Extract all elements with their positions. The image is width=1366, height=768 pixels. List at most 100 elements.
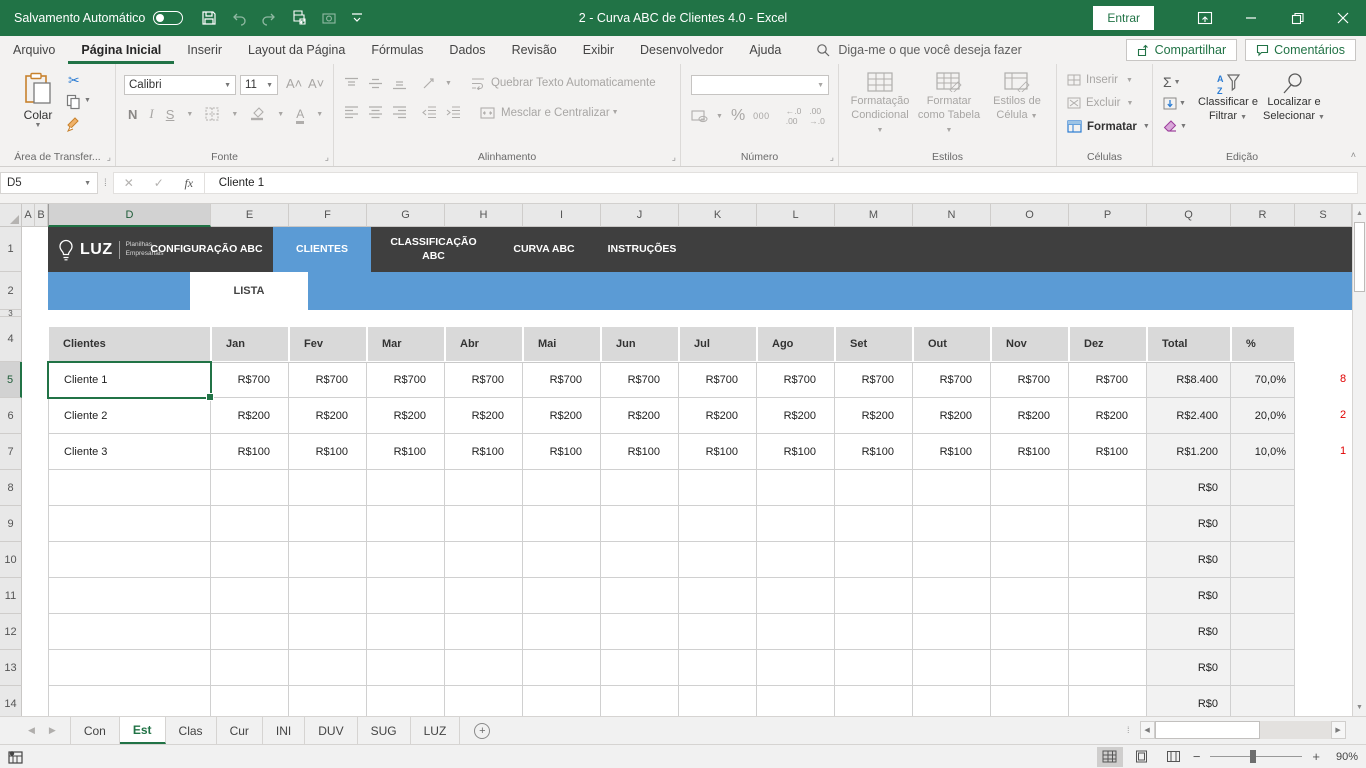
column-header-O[interactable]: O [991, 204, 1069, 227]
cell-empty[interactable]: R$0 [1147, 470, 1231, 506]
print-preview-icon[interactable] [291, 10, 307, 26]
cell-month[interactable]: R$100 [367, 434, 445, 470]
cell-client[interactable]: Cliente 2 [48, 398, 211, 434]
cell-empty[interactable] [523, 542, 601, 578]
sheet-tab-sug[interactable]: SUG [358, 717, 411, 744]
cell-month[interactable]: R$200 [991, 398, 1069, 434]
table-header-nov[interactable]: Nov [992, 327, 1068, 361]
cell-empty[interactable] [1231, 470, 1295, 506]
cell-empty[interactable] [211, 578, 289, 614]
cell-empty[interactable] [289, 686, 367, 716]
column-header-K[interactable]: K [679, 204, 757, 227]
cell-empty[interactable] [1069, 650, 1147, 686]
cell-client[interactable]: Cliente 3 [48, 434, 211, 470]
align-top-icon[interactable] [344, 77, 359, 90]
cell-empty[interactable] [1231, 542, 1295, 578]
font-dialog-launcher[interactable]: ⌟ [325, 152, 329, 163]
cell-empty[interactable] [289, 506, 367, 542]
cell-empty[interactable] [1069, 686, 1147, 716]
column-header-R[interactable]: R [1231, 204, 1295, 227]
merge-center-button[interactable]: Mesclar e Centralizar ▼ [480, 107, 619, 119]
cell-empty[interactable]: R$0 [1147, 578, 1231, 614]
ribbon-tab-arquivo[interactable]: Arquivo [0, 36, 68, 64]
ribbon-tab-inserir[interactable]: Inserir [174, 36, 235, 64]
row-header-8[interactable]: 8 [0, 470, 22, 506]
format-painter-button[interactable] [66, 116, 82, 132]
ribbon-tab-página-inicial[interactable]: Página Inicial [68, 36, 174, 64]
cell-empty[interactable] [913, 578, 991, 614]
sheet-tab-cur[interactable]: Cur [217, 717, 263, 744]
cell-empty[interactable] [445, 614, 523, 650]
cell-month[interactable]: R$700 [679, 362, 757, 398]
toggle-switch-icon[interactable] [153, 11, 183, 25]
cell-empty[interactable] [289, 542, 367, 578]
cell-empty[interactable] [991, 686, 1069, 716]
format-as-table-button[interactable]: Formatar como Tabela ▼ [915, 72, 983, 136]
borders-button[interactable] [205, 107, 219, 121]
row-header-2[interactable]: 2 [0, 272, 22, 310]
table-header-mar[interactable]: Mar [368, 327, 444, 361]
cell-empty[interactable] [1231, 686, 1295, 716]
clipboard-dialog-launcher[interactable]: ⌟ [107, 152, 111, 163]
cell-empty[interactable] [289, 614, 367, 650]
cell-empty[interactable] [1231, 506, 1295, 542]
redo-icon[interactable] [261, 10, 277, 26]
cell-empty[interactable] [445, 506, 523, 542]
orientation-button[interactable] [422, 76, 436, 90]
cell-empty[interactable] [1069, 578, 1147, 614]
cell-styles-button[interactable]: Estilos de Célula ▼ [985, 72, 1049, 123]
scroll-up-icon[interactable]: ▲ [1353, 205, 1366, 221]
cell-empty[interactable] [211, 470, 289, 506]
cell-empty[interactable] [913, 542, 991, 578]
nav-tab-instrucoes[interactable]: INSTRUÇÕES [592, 227, 692, 272]
cell-empty[interactable]: R$0 [1147, 614, 1231, 650]
cell-empty[interactable] [48, 506, 211, 542]
ribbon-tab-revisão[interactable]: Revisão [499, 36, 570, 64]
cell-month[interactable]: R$700 [367, 362, 445, 398]
camera-icon[interactable] [321, 10, 337, 26]
table-header-dez[interactable]: Dez [1070, 327, 1146, 361]
conditional-formatting-button[interactable]: Formatação Condicional ▼ [847, 72, 913, 136]
cell-month[interactable]: R$100 [523, 434, 601, 470]
cell-percent[interactable]: 10,0% [1231, 434, 1295, 470]
table-header-fev[interactable]: Fev [290, 327, 366, 361]
zoom-slider[interactable] [1210, 756, 1302, 757]
cell-empty[interactable] [289, 470, 367, 506]
cell-empty[interactable] [679, 650, 757, 686]
sheet-tab-ini[interactable]: INI [263, 717, 305, 744]
cell-month[interactable]: R$100 [289, 434, 367, 470]
cell-empty[interactable] [835, 470, 913, 506]
cell-month[interactable]: R$100 [835, 434, 913, 470]
cell-empty[interactable] [1231, 578, 1295, 614]
clear-button[interactable]: ▼ [1163, 120, 1187, 133]
table-header-ago[interactable]: Ago [758, 327, 834, 361]
cell-empty[interactable] [445, 470, 523, 506]
cell-empty[interactable] [445, 578, 523, 614]
minimize-button[interactable] [1228, 0, 1274, 36]
column-header-B[interactable]: B [35, 204, 48, 227]
cell-empty[interactable] [367, 578, 445, 614]
cell-month[interactable]: R$700 [523, 362, 601, 398]
table-header-clientes[interactable]: Clientes [49, 327, 210, 361]
nav-tab-clientes[interactable]: CLIENTES [273, 227, 371, 272]
cell-empty[interactable] [601, 686, 679, 716]
align-bottom-icon[interactable] [392, 77, 407, 90]
cell-empty[interactable] [48, 686, 211, 716]
column-header-E[interactable]: E [211, 204, 289, 227]
cell-empty[interactable] [679, 686, 757, 716]
column-header-H[interactable]: H [445, 204, 523, 227]
cell-empty[interactable] [1231, 650, 1295, 686]
font-size-select[interactable]: 11▼ [240, 75, 278, 95]
cell-empty[interactable] [1069, 614, 1147, 650]
sub-tab-lista[interactable]: LISTA [190, 272, 308, 310]
sheet-tab-est[interactable]: Est [120, 717, 166, 744]
table-header-abr[interactable]: Abr [446, 327, 522, 361]
cell-month[interactable]: R$700 [289, 362, 367, 398]
cell-empty[interactable] [991, 542, 1069, 578]
cell-empty[interactable] [835, 614, 913, 650]
insert-function-icon[interactable]: fx [174, 176, 204, 191]
next-sheet-icon[interactable]: ▶ [49, 725, 56, 736]
cell-month[interactable]: R$200 [679, 398, 757, 434]
column-header-G[interactable]: G [367, 204, 445, 227]
cell-month[interactable]: R$100 [679, 434, 757, 470]
